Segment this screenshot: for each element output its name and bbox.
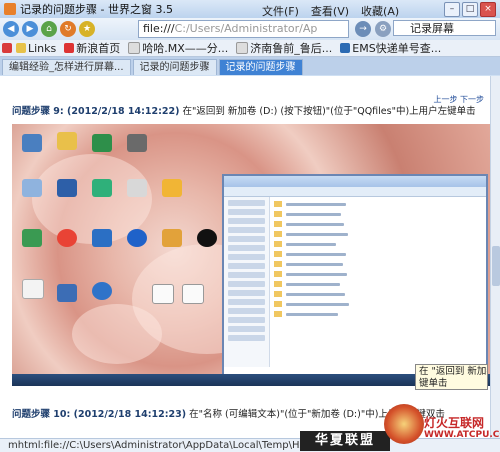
maximize-button[interactable]: □ [462,2,478,17]
recycle-bin-icon [22,179,42,197]
sina-icon [64,43,75,53]
scrollbar-thumb[interactable] [492,246,500,286]
watermark-name: 灯火互联网 [424,416,485,430]
step-10-caption: 问题步骤 10: (2012/2/18 14:12:23) 在"名称 (可编辑文… [12,406,445,420]
desktop-app-icon [57,284,77,302]
media-player-icon [57,179,77,197]
status-bar: mhtml:file://C:\Users\Administrator\AppD… [0,438,500,452]
desktop-app-icon [92,179,112,197]
folder-icon [16,43,26,53]
menu-bar: 文件(F) 查看(V) 收藏(A) [262,3,399,19]
menu-file[interactable]: 文件(F) [262,3,299,19]
minimize-button[interactable]: – [444,2,460,17]
explorer-sidebar [224,197,270,367]
title-bar: 记录的问题步骤 - 世界之窗 3.5 文件(F) 查看(V) 收藏(A) – □… [0,0,500,18]
tab-bar: 编辑经验_怎样进行屏幕... 记录的问题步骤 记录的问题步骤 [0,57,500,75]
globe-icon [92,282,112,300]
fav-links[interactable]: Links [0,42,56,55]
tab-baidu-jingyan[interactable]: 编辑经验_怎样进行屏幕... [2,59,131,75]
ie-icon [127,229,147,247]
step-10-label: 问题步骤 10: (2012/2/18 14:12:23) [12,409,187,420]
fav-jinan[interactable]: 济南鲁前_鲁后... [234,40,332,56]
step-9-text: 在"返回到 新加卷 (D:) (按下按钮)"(位于"QQfiles"中)上用户左… [182,106,476,117]
google-earth-icon [22,229,42,247]
document-icon [182,284,204,304]
tooltip-line-2: 键单击 [419,378,448,389]
fav-sina[interactable]: 新浪首页 [62,40,120,56]
abc-icon [162,229,182,247]
back-icon[interactable]: ◀ [3,21,19,37]
tools-icon[interactable]: ⚙ [375,21,391,37]
search-input[interactable]: 记录屏幕 [393,20,496,36]
favorites-bar: Links 新浪首页 哈哈.MX——分... 济南鲁前_鲁后... EMS快递单… [0,40,500,57]
address-path: C:/Users/Administrator/Ap [174,22,318,35]
search-value: 记录屏幕 [410,22,454,35]
explorer-file-list [274,200,479,320]
app-icon [4,3,16,15]
maxthon-icon [92,229,112,247]
menu-view[interactable]: 查看(V) [311,3,349,19]
favorite-star-icon[interactable]: ★ [79,21,95,37]
desktop-folder-icon [57,132,77,150]
go-icon[interactable]: → [355,21,371,37]
home-icon[interactable]: ⌂ [41,21,57,37]
fav-ems[interactable]: EMS快递单号查... [338,40,441,56]
desktop-app-icon [92,134,112,152]
step-9-screenshot [12,124,490,386]
page-icon [236,42,249,54]
tooltip: 在 "返回到 新加卷 ( 键单击 [415,364,488,390]
watermark-url: WWW.ATCPU.COM [424,430,500,440]
explorer-toolbar [224,187,486,197]
desktop-computer-icon [22,134,42,152]
vertical-scrollbar[interactable] [490,76,500,438]
navigation-bar: ◀ ▶ ⌂ ↻ ★ file:///C:/Users/Administrator… [0,18,500,40]
desktop-app-icon [162,179,182,197]
explorer-window [222,174,488,378]
address-bar[interactable]: file:///C:/Users/Administrator/Ap [138,20,349,38]
tab-steps-2[interactable]: 记录的问题步骤 [218,59,303,75]
refresh-icon[interactable]: ↻ [60,21,76,37]
page-icon [128,42,141,54]
document-icon [152,284,174,304]
desktop-avatar-icon [22,279,44,299]
explorer-title-bar [224,176,486,187]
qq-icon [197,229,217,247]
window-title: 记录的问题步骤 - 世界之窗 3.5 [20,3,173,16]
tab-steps-1[interactable]: 记录的问题步骤 [132,59,217,75]
step-9-label: 问题步骤 9: (2012/2/18 14:12:22) [12,106,180,117]
tooltip-line-1: 在 "返回到 新加卷 ( [419,366,487,377]
step-9-caption: 问题步骤 9: (2012/2/18 14:12:22) 在"返回到 新加卷 (… [12,103,476,117]
close-button[interactable]: × [480,2,496,17]
forward-icon[interactable]: ▶ [22,21,38,37]
menu-favorites[interactable]: 收藏(A) [361,3,399,19]
fav-haha[interactable]: 哈哈.MX——分... [126,40,228,56]
address-prefix: file:/// [143,22,175,35]
desktop-app-icon [127,179,147,197]
chrome-icon [57,229,77,247]
ems-icon [340,43,351,53]
watermark-brand: 华夏联盟 [300,431,390,451]
watermark-logo-icon [384,404,424,444]
desktop-app-icon [127,134,147,152]
heart-icon [2,43,12,53]
